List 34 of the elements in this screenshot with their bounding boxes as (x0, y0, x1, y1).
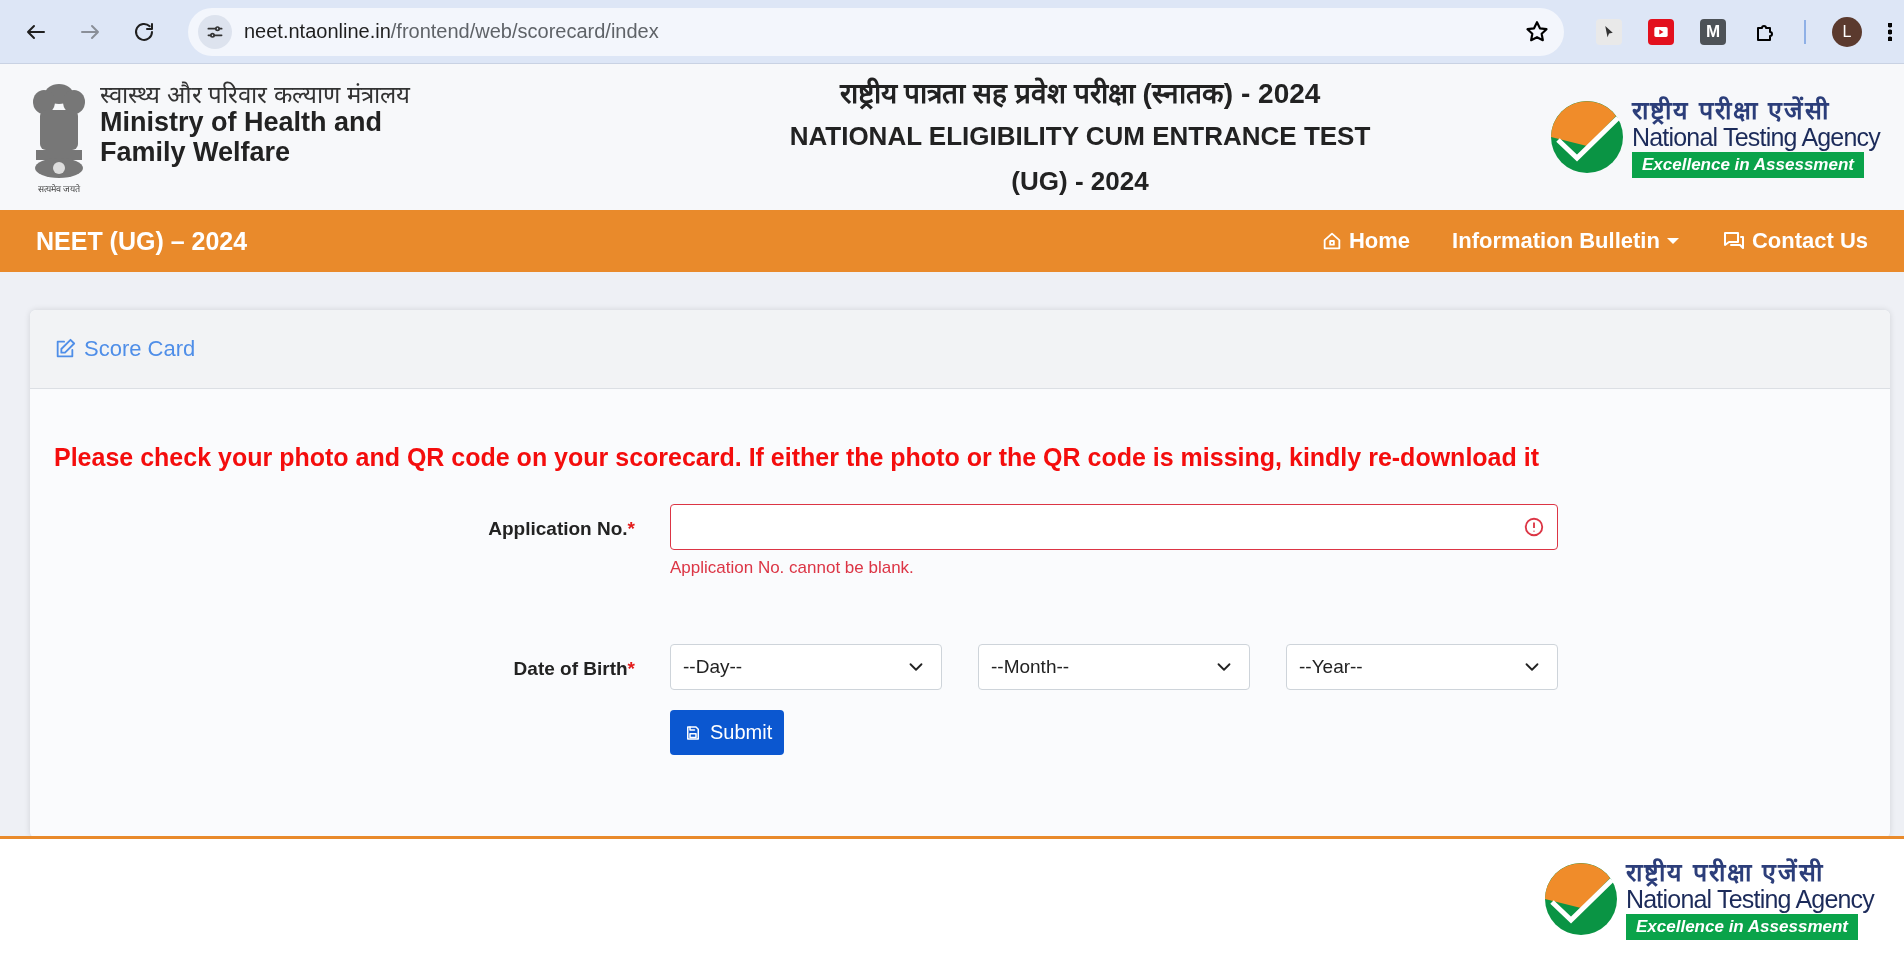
ministry-name: Family Welfare (100, 137, 292, 168)
caret-icon (1665, 237, 1680, 245)
date-select[interactable]: --Year-- (1286, 644, 1558, 690)
card-title: Score Card (84, 336, 196, 362)
kebab-menu-icon (1888, 22, 1892, 41)
error-icon (1523, 516, 1545, 538)
exam-title-hindi: राष्ट्रीय पात्रता सह प्रवेश परीक्षा (स्नातक) - 2024 (839, 76, 1321, 111)
exam-title: (UG) - 2024 (1011, 165, 1149, 198)
address-bar[interactable]: neet.ntaonline.in/frontend/web/scorecard/index (188, 7, 1564, 56)
submit-button[interactable]: Submit (670, 710, 785, 755)
ministry-name: Ministry of Health and (100, 107, 384, 138)
edit-icon (54, 338, 76, 360)
agency-tagline: Excellence in Assessment (1632, 151, 1864, 178)
url-text: neet.ntaonline.in/frontend/web/scorecard/index (244, 20, 660, 43)
profile-avatar[interactable]: L (1832, 16, 1862, 47)
notice-text: Please check your photo and QR code on your scorecard. If either the photo or the QR code is missing, kindly re-download it (54, 443, 1540, 472)
cursor-extension-icon[interactable] (1596, 18, 1622, 45)
date-select[interactable]: --Month-- (978, 644, 1250, 690)
date-select[interactable]: --Day-- (670, 644, 942, 690)
letter-extension-icon[interactable]: M (1700, 18, 1726, 45)
home-icon (1321, 230, 1343, 252)
site-brand: NEET (UG) – 2024 (36, 226, 249, 256)
agency-hindi-name: राष्ट्रीय परीक्षा एजेंसी (1632, 96, 1830, 123)
emblem-motto: सत्यमेव जयते (37, 182, 81, 195)
exam-title: NATIONAL ELIGIBILITY CUM ENTRANCE TEST (789, 120, 1371, 153)
field-label: Date of Birth* (513, 657, 635, 680)
agency-tagline: Excellence in Assessment (1626, 913, 1858, 940)
field-label: Application No.* (488, 517, 635, 540)
play-extension-icon[interactable] (1648, 18, 1674, 45)
error-message: Application No. cannot be blank. (670, 558, 915, 578)
agency-hindi-name: राष्ट्रीय परीक्षा एजेंसी (1626, 858, 1824, 885)
application-number-field[interactable] (670, 504, 1558, 550)
site-settings-icon[interactable] (198, 14, 232, 49)
ministry-hindi-name: स्वास्थ्य और परिवार कल्याण मंत्रालय (100, 81, 410, 108)
